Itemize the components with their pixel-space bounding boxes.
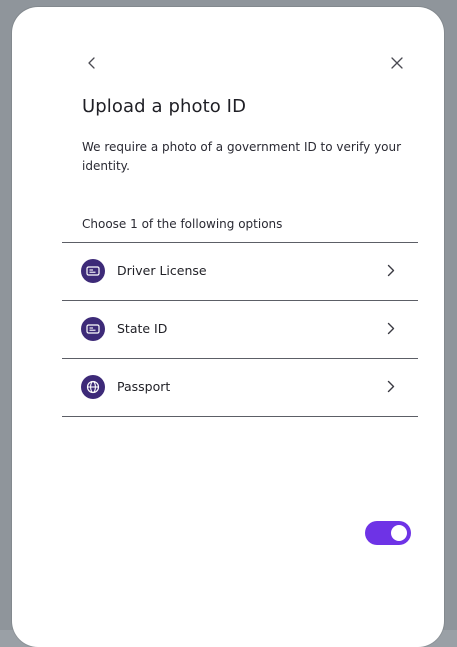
toggle-switch[interactable] bbox=[365, 521, 411, 545]
page-backdrop: Upload a photo ID We require a photo of … bbox=[0, 0, 457, 647]
id-options-list: Driver License State ID Passport bbox=[62, 242, 418, 417]
back-button[interactable] bbox=[80, 51, 104, 75]
option-driver-license[interactable]: Driver License bbox=[62, 243, 418, 301]
id-card-icon bbox=[81, 317, 105, 341]
option-state-id[interactable]: State ID bbox=[62, 301, 418, 359]
globe-icon bbox=[81, 375, 105, 399]
toggle-knob bbox=[391, 525, 407, 541]
id-card-icon bbox=[81, 259, 105, 283]
option-label: State ID bbox=[117, 321, 168, 336]
chevron-right-icon bbox=[387, 264, 395, 277]
close-icon bbox=[391, 57, 403, 69]
dialog-title: Upload a photo ID bbox=[82, 96, 247, 117]
chevron-right-icon bbox=[387, 322, 395, 335]
close-button[interactable] bbox=[385, 51, 409, 75]
option-label: Driver License bbox=[117, 263, 207, 278]
option-passport[interactable]: Passport bbox=[62, 359, 418, 417]
chevron-left-icon bbox=[87, 57, 97, 69]
choose-prompt: Choose 1 of the following options bbox=[82, 217, 283, 231]
dialog-description: We require a photo of a government ID to… bbox=[82, 140, 402, 173]
option-label: Passport bbox=[117, 379, 171, 394]
chevron-right-icon bbox=[387, 380, 395, 393]
